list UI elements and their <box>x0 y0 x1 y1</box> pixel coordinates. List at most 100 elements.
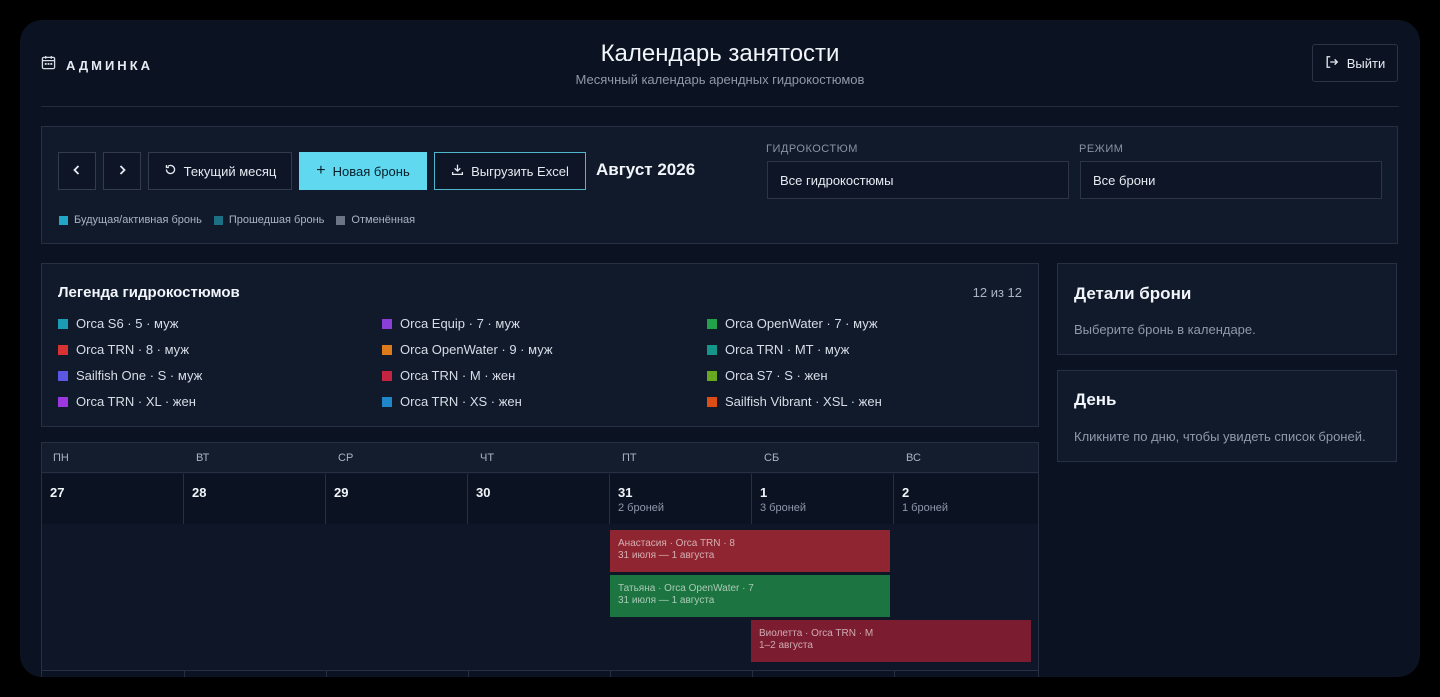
refresh-icon <box>164 163 177 179</box>
next-month-button[interactable] <box>103 152 141 190</box>
booking-details-title: Детали брони <box>1074 284 1192 303</box>
wetsuit-swatch <box>58 344 68 355</box>
wetsuit-filter-select[interactable]: Все гидрокостюмы <box>767 161 1069 199</box>
current-month-label: Текущий месяц <box>183 163 277 179</box>
calendar-day-cell[interactable]: 1 3 броней <box>752 474 894 524</box>
export-excel-button[interactable]: Выгрузить Excel <box>434 152 586 190</box>
booking-event[interactable]: Виолетта · Orca TRN · M 1–2 августа <box>751 620 1031 662</box>
day-booking-count: 3 броней <box>760 502 807 514</box>
wetsuit-legend-item[interactable]: Orca TRN · XS · жен <box>382 394 522 409</box>
wetsuit-legend-item[interactable]: Orca OpenWater · 9 · муж <box>382 342 553 357</box>
mode-filter-label: РЕЖИМ <box>1079 143 1124 155</box>
prev-month-button[interactable] <box>58 152 96 190</box>
day-number: 28 <box>192 485 207 500</box>
wetsuit-legend-item[interactable]: Orca S7 · S · жен <box>707 368 828 383</box>
wetsuit-legend-count: 12 из 12 <box>972 285 1022 300</box>
calendar-day-cell[interactable]: 29 <box>326 474 468 524</box>
wetsuit-swatch <box>707 318 717 329</box>
weekday-label: СБ <box>764 452 780 464</box>
booking-details-text: Выберите бронь в календаре. <box>1074 322 1256 337</box>
booking-event[interactable]: Татьяна · Orca OpenWater · 7 31 июля — 1… <box>610 575 890 617</box>
wetsuit-legend-item[interactable]: Orca TRN · 8 · муж <box>58 342 189 357</box>
booking-event[interactable]: Анастасия · Orca TRN · 8 31 июля — 1 авг… <box>610 530 890 572</box>
booking-event-dates: 1–2 августа <box>759 640 813 651</box>
status-swatch <box>336 215 346 225</box>
wetsuit-swatch <box>58 396 68 407</box>
wetsuit-swatch <box>58 318 68 329</box>
current-month-button[interactable]: Текущий месяц <box>148 152 292 190</box>
chevron-right-icon <box>116 164 128 179</box>
weekday-label: СР <box>338 452 354 464</box>
header-divider <box>41 106 1399 107</box>
wetsuit-filter-label: ГИДРОКОСТЮМ <box>766 143 858 155</box>
new-booking-label: Новая бронь <box>332 163 410 179</box>
mode-filter-select[interactable]: Все брони <box>1080 161 1382 199</box>
column-divider <box>894 671 895 677</box>
status-legend-item: Прошедшая бронь <box>213 214 325 226</box>
wetsuit-legend-label: Orca S6 · 5 · муж <box>76 316 179 331</box>
calendar-day-cell[interactable]: 28 <box>184 474 326 524</box>
day-panel-title: День <box>1074 390 1117 409</box>
calendar-day-cell[interactable]: 30 <box>468 474 610 524</box>
status-legend-item: Будущая/активная бронь <box>59 214 202 226</box>
day-number: 30 <box>476 485 491 500</box>
booking-event-dates: 31 июля — 1 августа <box>618 595 715 606</box>
day-panel-text: Кликните по дню, чтобы увидеть список бр… <box>1074 429 1366 444</box>
wetsuit-legend-label: Orca TRN · MT · муж <box>725 342 850 357</box>
booking-details-panel: Детали брони Выберите бронь в календаре. <box>1057 263 1397 355</box>
wetsuit-legend-item[interactable]: Orca S6 · 5 · муж <box>58 316 178 331</box>
status-legend-label: Будущая/активная бронь <box>74 214 202 226</box>
wetsuit-legend-label: Orca OpenWater · 9 · муж <box>400 342 553 357</box>
day-number: 31 <box>618 485 633 500</box>
wetsuit-swatch <box>707 344 717 355</box>
calendar-day-cell[interactable]: 2 1 броней <box>894 474 1038 524</box>
booking-event-title: Татьяна · Orca OpenWater · 7 <box>618 583 754 594</box>
next-week-row <box>42 670 1038 677</box>
current-month-title: Август 2026 <box>596 160 696 179</box>
weekday-label: ВТ <box>196 452 210 464</box>
wetsuit-swatch <box>707 370 717 381</box>
column-divider <box>184 671 185 677</box>
wetsuit-legend-item[interactable]: Orca Equip · 7 · муж <box>382 316 520 331</box>
toolbar: Текущий месяц + Новая бронь Выгрузить Ex… <box>41 126 1398 244</box>
column-divider <box>468 671 469 677</box>
status-legend-label: Прошедшая бронь <box>228 214 325 226</box>
day-booking-count: 2 броней <box>618 502 665 514</box>
day-panel: День Кликните по дню, чтобы увидеть спис… <box>1057 370 1397 462</box>
logout-icon <box>1325 55 1339 72</box>
status-legend: Будущая/активная бронь Прошедшая бронь О… <box>59 214 415 226</box>
day-number: 27 <box>50 485 65 500</box>
logout-label: Выйти <box>1346 55 1386 71</box>
wetsuit-legend-label: Orca TRN · XS · жен <box>400 394 522 409</box>
wetsuit-legend-label: Orca S7 · S · жен <box>725 368 828 383</box>
wetsuit-legend-label: Orca TRN · M · жен <box>400 368 516 383</box>
status-swatch <box>213 215 223 225</box>
column-divider <box>610 671 611 677</box>
page-header: Календарь занятости Месячный календарь а… <box>20 40 1420 87</box>
status-swatch <box>59 215 68 225</box>
wetsuit-legend-item[interactable]: Orca TRN · MT · муж <box>707 342 849 357</box>
page-subtitle: Месячный календарь арендных гидрокостюмо… <box>575 72 865 87</box>
logout-button[interactable]: Выйти <box>1312 44 1398 82</box>
day-number: 1 <box>760 485 768 500</box>
calendar-day-cell[interactable]: 31 2 броней <box>610 474 752 524</box>
new-booking-button[interactable]: + Новая бронь <box>299 152 427 190</box>
wetsuit-legend-item[interactable]: Orca OpenWater · 7 · муж <box>707 316 878 331</box>
calendar-day-cell[interactable]: 27 <box>42 474 184 524</box>
wetsuit-swatch <box>58 370 68 381</box>
wetsuit-legend-label: Sailfish Vibrant · XSL · жен <box>725 394 882 409</box>
wetsuit-legend-item[interactable]: Orca TRN · XL · жен <box>58 394 196 409</box>
weekday-label: ПН <box>53 452 69 464</box>
plus-icon: + <box>316 162 326 179</box>
day-number: 2 <box>902 485 910 500</box>
wetsuit-legend-label: Orca OpenWater · 7 · муж <box>725 316 878 331</box>
wetsuit-swatch <box>382 344 392 355</box>
wetsuit-legend-item[interactable]: Orca TRN · M · жен <box>382 368 515 383</box>
download-icon <box>451 163 464 179</box>
booking-event-title: Виолетта · Orca TRN · M <box>759 628 874 639</box>
wetsuit-legend-title: Легенда гидрокостюмов <box>58 284 240 301</box>
weekday-header: ПН ВТ СР ЧТ ПТ СБ ВС <box>42 443 1038 473</box>
wetsuit-legend-label: Sailfish One · S · муж <box>76 368 203 383</box>
wetsuit-legend-item[interactable]: Sailfish One · S · муж <box>58 368 202 383</box>
wetsuit-legend-item[interactable]: Sailfish Vibrant · XSL · жен <box>707 394 882 409</box>
